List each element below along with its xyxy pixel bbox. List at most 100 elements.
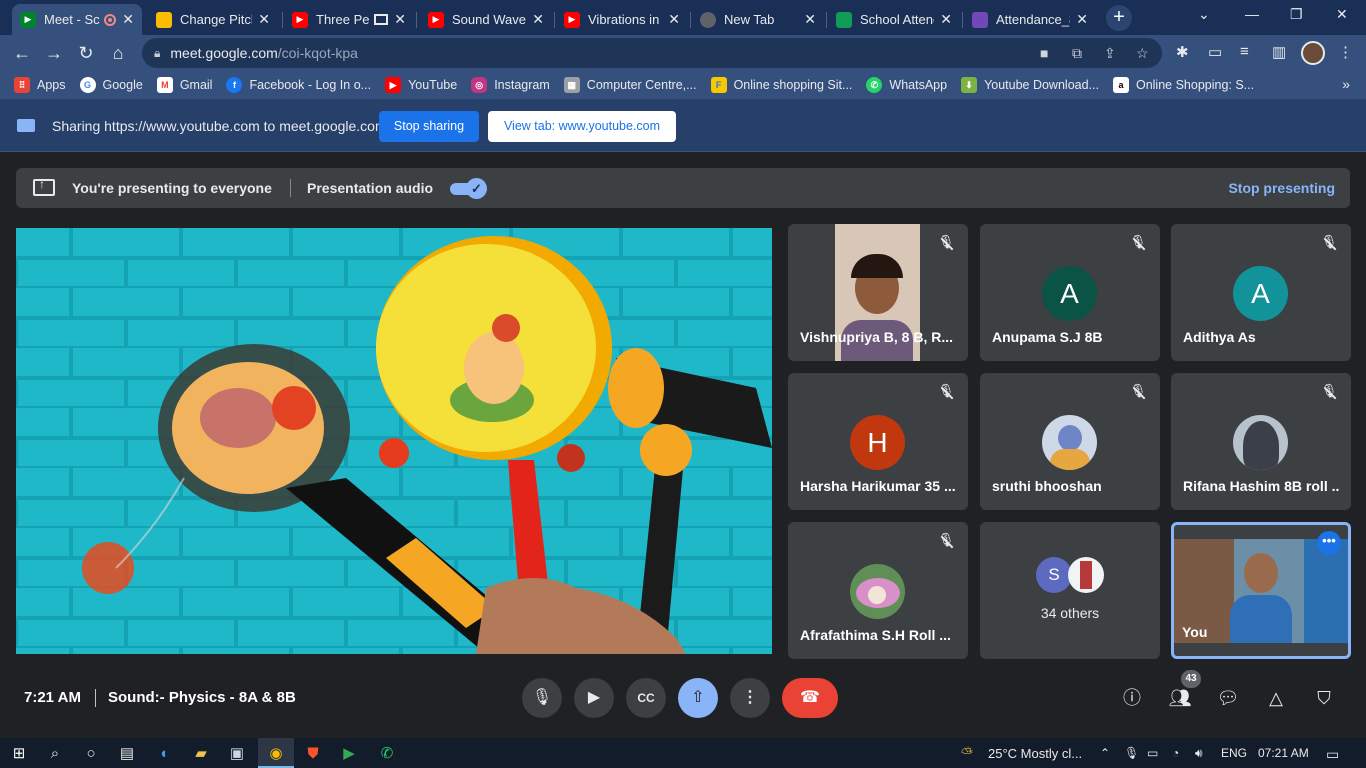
- bookmark-star-icon[interactable]: ☆: [1136, 45, 1149, 62]
- close-tab-icon[interactable]: ✕: [804, 11, 816, 28]
- bookmark-whatsapp[interactable]: ✆ WhatsApp: [866, 77, 947, 93]
- tray-chevron-icon[interactable]: ⌃: [1100, 746, 1110, 760]
- participant-tile[interactable]: 🎙︎ H Harsha Harikumar 35 ...: [788, 373, 968, 510]
- tab-school-attend[interactable]: School Attend ✕: [828, 4, 960, 35]
- address-bar[interactable]: 🔒︎ meet.google.com/coi-kqot-kpa ■ ⧉ ⇪ ☆: [142, 38, 1162, 68]
- participant-tile[interactable]: 🎙︎ A Anupama S.J 8B: [980, 224, 1160, 361]
- bookmark-youtube-download[interactable]: ⬇ Youtube Download...: [961, 77, 1099, 93]
- captions-button[interactable]: CC: [626, 678, 666, 718]
- close-tab-icon[interactable]: ✕: [394, 11, 406, 28]
- meeting-details-icon[interactable]: ⓘ: [1120, 686, 1144, 710]
- task-view-icon[interactable]: ▤: [116, 743, 138, 765]
- close-tab-icon[interactable]: ✕: [1076, 11, 1088, 28]
- bookmark-google[interactable]: G Google: [79, 77, 143, 93]
- taskbar-clock[interactable]: 07:21 AM: [1258, 746, 1309, 760]
- tab-new-tab[interactable]: New Tab ✕: [692, 4, 824, 35]
- notifications-icon[interactable]: ▭: [1326, 746, 1339, 763]
- others-tile[interactable]: S 34 others: [980, 522, 1160, 659]
- mic-muted-icon: 🎙︎: [1128, 383, 1148, 403]
- tab-search-icon[interactable]: ⌄: [1198, 6, 1210, 23]
- tab-change-pitch[interactable]: Change Pitch ✕: [148, 4, 278, 35]
- bookmark-online-shopping[interactable]: F Online shopping Sit...: [710, 77, 852, 93]
- bookmark-gmail[interactable]: M Gmail: [156, 77, 212, 93]
- participant-tile[interactable]: 🎙︎ sruthi bhooshan: [980, 373, 1160, 510]
- bookmark-apps[interactable]: ⠿ Apps: [14, 77, 66, 93]
- battery-icon[interactable]: ▭: [1147, 746, 1158, 760]
- close-tab-icon[interactable]: ✕: [532, 11, 544, 28]
- people-icon[interactable]: 👥︎: [1168, 686, 1192, 710]
- stop-sharing-button[interactable]: Stop sharing: [379, 111, 479, 142]
- tab-sound-wave[interactable]: ▶ Sound Wave ✕: [420, 4, 552, 35]
- close-tab-icon[interactable]: ✕: [668, 11, 680, 28]
- weather-icon[interactable]: ⛅︎: [956, 743, 978, 765]
- cast-icon[interactable]: ▭: [1208, 43, 1222, 61]
- brave-icon[interactable]: ⛊: [302, 743, 324, 765]
- share-icon[interactable]: ⇪: [1104, 45, 1116, 62]
- windows-start-icon[interactable]: ⊞: [8, 743, 30, 765]
- reload-button[interactable]: ↻: [74, 41, 98, 65]
- more-options-button[interactable]: •••: [1317, 531, 1341, 555]
- mic-muted-icon: 🎙︎: [936, 383, 956, 403]
- file-explorer-icon[interactable]: ▰: [190, 743, 212, 765]
- edge-icon[interactable]: ◐: [154, 743, 176, 765]
- tab-attendance[interactable]: Attendance_8 ✕: [964, 4, 1096, 35]
- side-panel-icon[interactable]: ▥: [1272, 43, 1286, 61]
- home-button[interactable]: ⌂: [106, 41, 130, 65]
- self-tile[interactable]: ••• You: [1171, 522, 1351, 659]
- bookmark-instagram[interactable]: ◎ Instagram: [471, 77, 550, 93]
- volume-icon[interactable]: 🔊︎: [1195, 746, 1203, 761]
- stop-presenting-button[interactable]: Stop presenting: [1228, 180, 1335, 196]
- camera-button[interactable]: ▶: [574, 678, 614, 718]
- forward-button[interactable]: →: [42, 41, 66, 65]
- participant-tile[interactable]: 🎙︎ Vishnupriya B, 8 B, R...: [788, 224, 968, 361]
- play-store-icon[interactable]: ▶: [338, 743, 360, 765]
- whatsapp-icon[interactable]: ✆: [376, 743, 398, 765]
- chrome-icon[interactable]: ◉: [265, 743, 287, 765]
- host-controls-icon[interactable]: ⛉: [1312, 686, 1336, 710]
- bookmark-computer-centre[interactable]: ▦ Computer Centre,...: [563, 77, 697, 93]
- close-tab-icon[interactable]: ✕: [258, 11, 270, 28]
- tab-meet[interactable]: ▶ Meet - Sc ✕: [12, 4, 142, 35]
- tab-sharing-bar: Sharing https://www.youtube.com to meet.…: [0, 99, 1366, 152]
- present-now-button[interactable]: ⇧: [678, 678, 718, 718]
- lock-icon[interactable]: 🔒︎: [154, 46, 160, 61]
- leave-call-button[interactable]: ☎: [782, 678, 838, 718]
- download-icon: ⬇: [961, 77, 978, 93]
- mic-tray-icon[interactable]: 🎙︎: [1124, 746, 1139, 760]
- chrome-menu-icon[interactable]: ⋮: [1338, 43, 1353, 61]
- open-in-window-icon[interactable]: ⧉: [1072, 45, 1082, 62]
- bookmark-facebook[interactable]: f Facebook - Log In o...: [226, 77, 371, 93]
- tab-vibrations[interactable]: ▶ Vibrations in ✕: [556, 4, 688, 35]
- extensions-icon[interactable]: ✱: [1176, 43, 1189, 61]
- presentation-audio-toggle[interactable]: ✓: [450, 178, 487, 199]
- participant-tile[interactable]: 🎙︎ Afrafathima S.H Roll ...: [788, 522, 968, 659]
- bookmark-label: Online Shopping: S...: [1135, 78, 1255, 92]
- more-bookmarks-icon[interactable]: »: [1342, 76, 1350, 92]
- profile-avatar[interactable]: [1301, 41, 1325, 65]
- close-tab-icon[interactable]: ✕: [122, 11, 134, 28]
- microphone-button[interactable]: 🎙︎: [522, 678, 562, 718]
- media-control-icon[interactable]: ≡: [1240, 43, 1249, 60]
- close-window-button[interactable]: ✕: [1336, 6, 1348, 23]
- new-tab-button[interactable]: +: [1106, 5, 1132, 31]
- language-indicator[interactable]: ENG: [1221, 746, 1247, 760]
- restore-button[interactable]: ❐: [1290, 6, 1303, 23]
- chat-icon[interactable]: 💬︎: [1216, 686, 1240, 710]
- search-icon[interactable]: ⌕: [44, 743, 66, 765]
- participant-tile[interactable]: 🎙︎ Rifana Hashim 8B roll ...: [1171, 373, 1351, 510]
- cortana-icon[interactable]: ○: [80, 743, 102, 765]
- tab-three-pe[interactable]: ▶ Three Pe ✕: [284, 4, 414, 35]
- bookmark-amazon[interactable]: a Online Shopping: S...: [1112, 77, 1255, 93]
- weather-text[interactable]: 25°C Mostly cl...: [988, 746, 1082, 761]
- view-tab-button[interactable]: View tab: www.youtube.com: [488, 111, 676, 142]
- wifi-icon[interactable]: ◔: [1172, 746, 1179, 760]
- participant-tile[interactable]: 🎙︎ A Adithya As: [1171, 224, 1351, 361]
- camera-in-use-icon[interactable]: ■: [1040, 45, 1048, 61]
- back-button[interactable]: ←: [10, 41, 34, 65]
- store-icon[interactable]: ▣: [226, 743, 248, 765]
- minimize-button[interactable]: —: [1245, 6, 1259, 22]
- close-tab-icon[interactable]: ✕: [940, 11, 952, 28]
- bookmark-youtube[interactable]: ▶ YouTube: [385, 77, 457, 93]
- more-options-icon[interactable]: ⋮: [730, 678, 770, 718]
- activities-icon[interactable]: △: [1264, 686, 1288, 710]
